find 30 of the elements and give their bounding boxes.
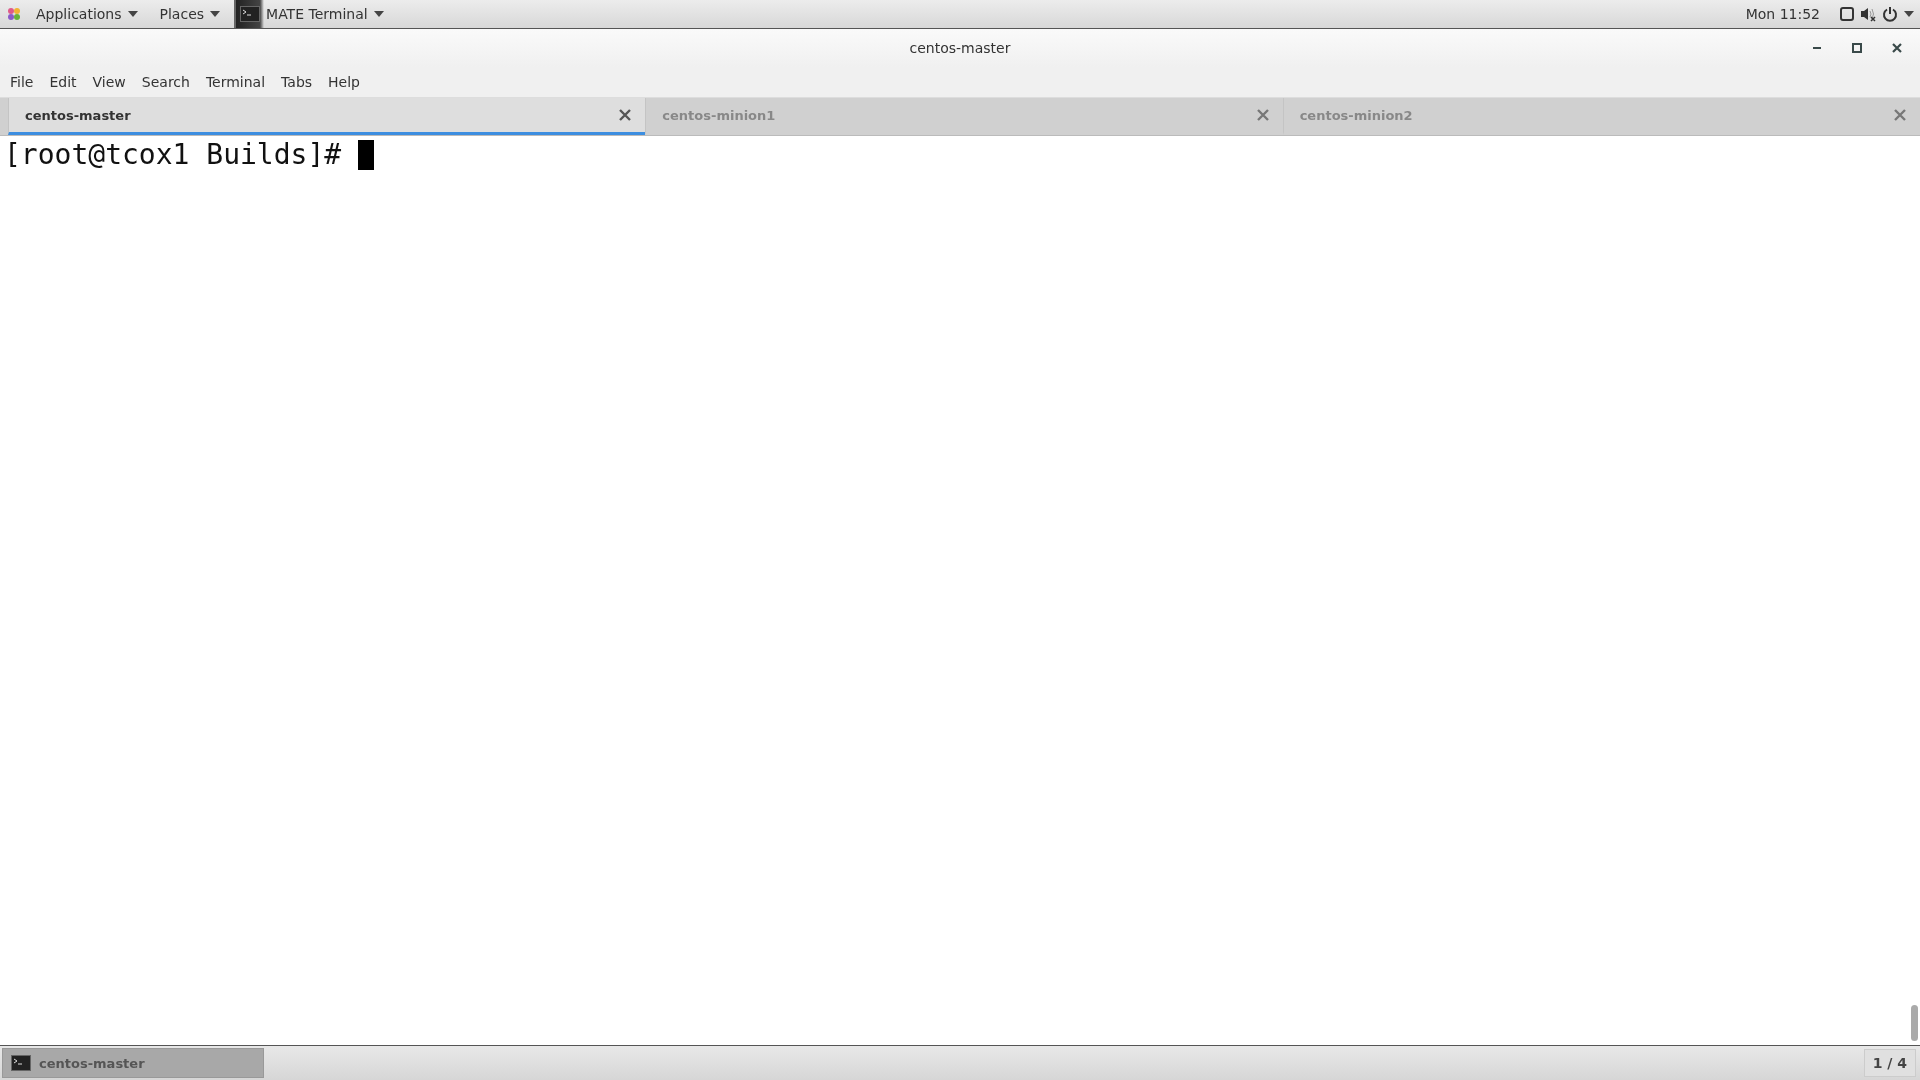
- caret-icon: [373, 11, 384, 17]
- text-cursor: [358, 139, 374, 170]
- terminal-tab[interactable]: centos-master: [8, 98, 646, 135]
- clock[interactable]: Mon 11:52: [1745, 6, 1820, 22]
- power-icon[interactable]: [1882, 6, 1898, 22]
- caret-icon: [210, 11, 221, 17]
- menu-item[interactable]: Help: [320, 70, 368, 94]
- terminal-icon: [240, 6, 261, 22]
- menu-item[interactable]: File: [2, 70, 42, 94]
- panel-menu[interactable]: Applications: [28, 0, 146, 28]
- maximize-icon[interactable]: [1852, 43, 1862, 53]
- menu-item[interactable]: Edit: [41, 70, 85, 94]
- menu-item[interactable]: Tabs: [273, 70, 321, 94]
- volume-muted-icon[interactable]: [1860, 6, 1876, 22]
- caret-icon: [127, 11, 138, 17]
- terminal-prompt: [root@tcox1 Builds]#: [4, 138, 343, 171]
- caret-icon: [1904, 11, 1914, 17]
- menu-item[interactable]: Search: [133, 70, 198, 94]
- close-icon[interactable]: [1892, 43, 1902, 53]
- workspace-switcher[interactable]: 1 / 4: [1863, 1049, 1916, 1077]
- menu-item[interactable]: View: [84, 70, 134, 94]
- terminal-icon: [11, 1055, 31, 1071]
- scrollbar-thumb[interactable]: [1910, 1005, 1918, 1041]
- window-title: centos-master: [909, 40, 1011, 56]
- menu-item[interactable]: Terminal: [197, 70, 274, 94]
- close-icon[interactable]: [619, 109, 632, 121]
- panel-menu[interactable]: Places: [151, 0, 229, 28]
- window-icon[interactable]: [1840, 7, 1854, 21]
- logo-icon[interactable]: [6, 6, 22, 22]
- minimize-icon[interactable]: [1813, 46, 1821, 50]
